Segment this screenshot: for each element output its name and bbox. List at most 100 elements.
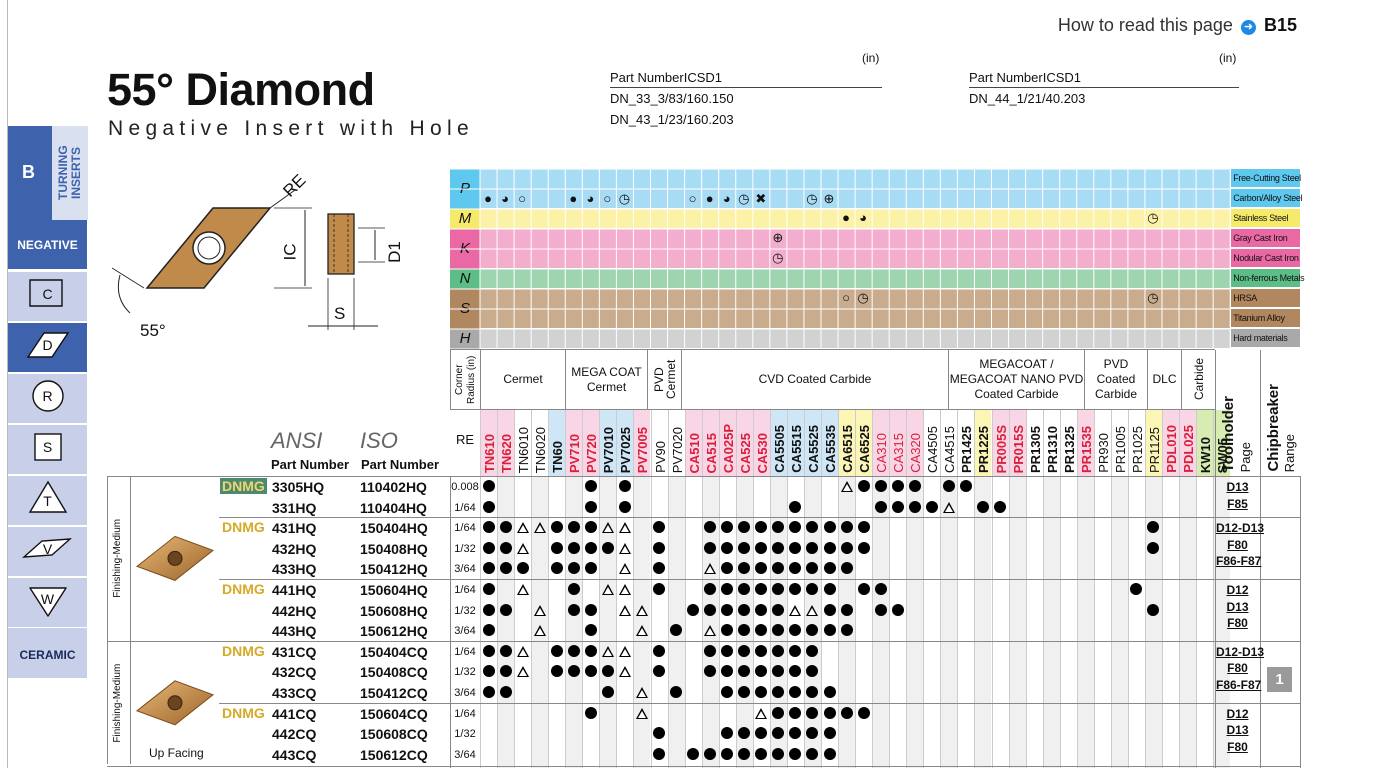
alternate-mark: [618, 542, 631, 554]
sidebar-ceramic-label: CERAMIC: [19, 648, 76, 662]
material-application-mark: ◷: [1147, 290, 1159, 305]
grade-header-cell: KW10: [1196, 410, 1214, 476]
recommended-mark: [738, 747, 751, 760]
grade-header-tn6010: TN6010: [516, 426, 532, 473]
recommended-mark: [618, 500, 631, 513]
grade-header-ca5505: CA5505: [771, 425, 787, 473]
recommended-mark: [908, 500, 921, 513]
sidebar-shape-c-button[interactable]: C: [8, 272, 87, 321]
sidebar-shape-v-button[interactable]: V: [8, 527, 87, 576]
material-label: Stainless Steel: [1233, 213, 1289, 223]
recommended-mark: [670, 686, 683, 698]
grade-header-cell: PR005S: [991, 410, 1009, 476]
arrow-right-icon: ➜: [1240, 20, 1256, 35]
toolholder-page-link[interactable]: D13: [1216, 480, 1259, 494]
recommended-mark: [687, 603, 700, 616]
sidebar-section-tab[interactable]: TURNING INSERTS: [52, 126, 88, 220]
group-header-label: MEGA COAT Cermet: [571, 364, 642, 394]
chipbreaker-label: Chipbreaker: [1265, 384, 1282, 472]
grade-header-cell: PV710: [565, 410, 583, 476]
recommended-mark: [653, 747, 666, 760]
recommended-mark: [840, 562, 853, 575]
section-label: Finishing-Medium: [112, 518, 123, 598]
how-to-read-ref: B15: [1263, 15, 1297, 35]
ansi-part-number: 443CQ: [272, 746, 317, 763]
alternate-mark: [533, 625, 546, 637]
material-h-band: [450, 329, 1231, 349]
sidebar-ceramic-button[interactable]: CERAMIC: [8, 628, 87, 678]
iso-part-number: 150604HQ: [360, 582, 428, 598]
sidebar-shape-r-button[interactable]: R: [8, 374, 87, 423]
material-k-band: [450, 229, 1231, 269]
recommended-mark: [721, 644, 734, 657]
material-label-cell: HRSA: [1230, 289, 1300, 308]
grade-header-pr015s: PR015S: [1010, 424, 1026, 473]
material-letter: S: [459, 300, 470, 317]
ansi-part-number: 442CQ: [272, 726, 317, 743]
iso-part-number: 150608HQ: [360, 602, 428, 619]
recommended-mark: [840, 541, 853, 554]
recommended-mark: [772, 603, 785, 616]
corner-radius: 1/32: [454, 542, 476, 555]
grade-header-pr1025: PR1025: [1129, 426, 1145, 473]
material-label: Free-Cutting Steel: [1233, 173, 1301, 183]
material-letter: N: [459, 270, 471, 287]
corner-radius: 1/32: [454, 666, 476, 679]
material-s-letter-cell: S: [450, 289, 480, 329]
dnmg-prefix-badge: DNMG: [220, 478, 267, 494]
grade-header-ca025p: CA025P: [720, 423, 736, 473]
recommended-mark: [857, 706, 870, 719]
how-to-read-link[interactable]: How to read this page ➜ B15: [1058, 15, 1297, 36]
ic-label: IC: [280, 243, 300, 261]
corner-radius: 3/64: [454, 748, 476, 761]
dim-cell: 1/2: [657, 112, 676, 127]
re-header: RE: [455, 432, 475, 447]
recommended-mark: [721, 541, 734, 554]
chipbreaker-header: Chipbreaker Range: [1260, 350, 1300, 476]
iso-part-number: 110404HQ: [360, 499, 427, 516]
ansi-part-number: 433CQ: [272, 685, 317, 701]
sidebar-shape-t-button[interactable]: T: [8, 476, 87, 525]
grade-header-cell: CA4505: [923, 410, 941, 476]
recommended-mark: [687, 747, 700, 760]
toolholder-page-link[interactable]: D12-D13: [1216, 645, 1264, 659]
material-label-cell: Titanium Alloy: [1230, 309, 1300, 328]
sidebar-shape-w-button[interactable]: W: [8, 578, 87, 627]
toolholder-page-link[interactable]: D12: [1216, 583, 1259, 597]
section-label-cell: Finishing-Medium: [107, 476, 131, 641]
material-application-mark: ◕: [586, 191, 595, 206]
toolholder-page-link[interactable]: D12-D13: [1216, 521, 1264, 535]
group-header-cell: PVD Cermet: [647, 350, 681, 409]
grade-header-cell: CA4515: [940, 410, 958, 476]
sidebar-shape-d-button[interactable]: D: [8, 323, 87, 372]
dim-cell: 3/16: [675, 112, 702, 127]
recommended-mark: [823, 583, 836, 595]
alternate-mark: [635, 604, 648, 616]
recommended-mark: [994, 500, 1007, 513]
toolholder-page-link[interactable]: D12: [1216, 707, 1259, 721]
material-m-letter-cell: M: [450, 209, 480, 229]
material-application-mark: ⊕: [823, 191, 835, 206]
recommended-mark: [499, 665, 512, 678]
group-divider: [219, 517, 1301, 519]
dim-header-cell: Part Number: [610, 70, 684, 85]
corner-radius: 1/64: [454, 584, 476, 596]
iso-part-number: 150612CQ: [360, 746, 428, 763]
grade-header-pr1005: PR1005: [1112, 426, 1128, 473]
section-note: Up Facing: [149, 746, 204, 761]
sidebar-shape-t-label: T: [43, 493, 52, 509]
recommended-mark: [738, 644, 751, 657]
recommended-mark: [823, 562, 836, 575]
alternate-mark: [601, 584, 614, 595]
material-application-mark: ○: [518, 191, 527, 206]
recommended-mark: [823, 727, 836, 740]
alternate-mark: [789, 604, 802, 616]
recommended-mark: [653, 583, 666, 595]
material-application-mark: ◕: [859, 210, 868, 225]
grade-header-ca5535: CA5535: [823, 425, 838, 473]
group-header-label: Cermet: [503, 372, 543, 386]
sidebar-shape-s-button[interactable]: S: [8, 425, 87, 474]
angle-line: [111, 267, 145, 289]
recommended-mark: [908, 480, 921, 492]
recommended-mark: [738, 541, 751, 554]
